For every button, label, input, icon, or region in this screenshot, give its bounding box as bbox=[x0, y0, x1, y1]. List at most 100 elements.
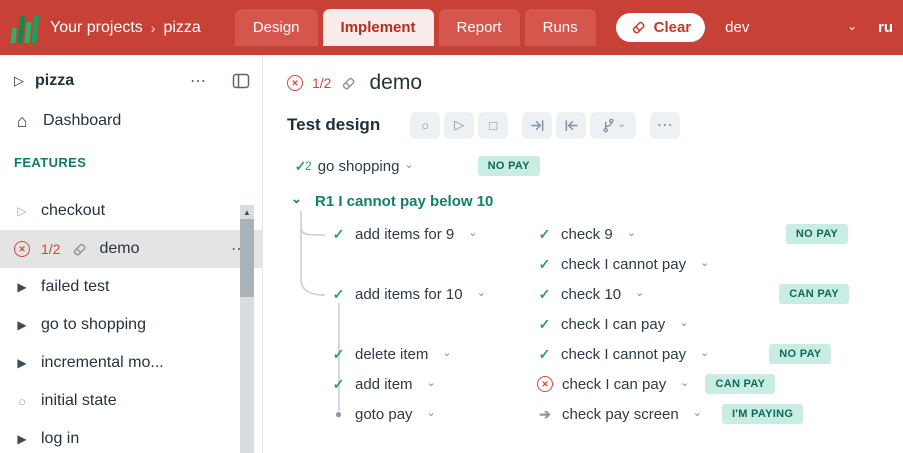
tab-runs[interactable]: Runs bbox=[525, 9, 596, 46]
caret-down-icon[interactable]: ⌄ bbox=[700, 256, 709, 269]
stop-button[interactable]: □ bbox=[478, 112, 508, 139]
check-icon: ✓ bbox=[537, 226, 552, 243]
action-step: ✓ add items for 10 ⌄ bbox=[331, 286, 537, 303]
page-title: demo bbox=[369, 71, 422, 95]
chevron-down-icon: ⌄ bbox=[847, 19, 857, 33]
caret-down-icon[interactable]: ⌄ bbox=[700, 346, 709, 359]
sidebar-item-initial-state[interactable]: ○ initial state bbox=[0, 382, 262, 420]
step-label[interactable]: check 10 bbox=[561, 286, 621, 303]
test-step-row: ✓ add items for 9 ⌄ ✓ check 9 ⌄ NO PAY bbox=[287, 219, 903, 249]
section-title: Test design bbox=[287, 115, 380, 135]
logo-bar bbox=[24, 22, 31, 43]
eraser-icon bbox=[340, 75, 357, 92]
caret-down-icon[interactable]: ⌄ bbox=[680, 376, 689, 389]
caret-down-icon[interactable]: ⌄ bbox=[404, 158, 413, 171]
play-filled-icon: ▶ bbox=[14, 280, 30, 294]
project-name[interactable]: pizza bbox=[35, 72, 74, 90]
caret-down-icon[interactable]: ⌄ bbox=[627, 226, 636, 239]
state-badge[interactable]: NO PAY bbox=[786, 224, 848, 244]
logo-bar bbox=[31, 16, 39, 43]
check-step: ➔ check pay screen ⌄ bbox=[537, 406, 702, 423]
main-content: ✕ 1/2 demo Test design ○ ▷ □ bbox=[263, 55, 903, 453]
caret-down-icon[interactable]: ⌄ bbox=[693, 406, 702, 419]
feature-label: checkout bbox=[41, 202, 105, 220]
state-badge[interactable]: CAN PAY bbox=[779, 284, 849, 304]
pass-ratio-badge: 1/2 bbox=[41, 241, 60, 257]
step-label[interactable]: goto pay bbox=[355, 406, 413, 423]
sidebar-item-failed-test[interactable]: ▶ failed test bbox=[0, 268, 262, 306]
scrollbar-thumb[interactable] bbox=[240, 219, 254, 297]
play-button[interactable]: ▷ bbox=[444, 112, 474, 139]
skip-end-icon bbox=[530, 118, 545, 133]
collapse-panel-icon[interactable] bbox=[232, 73, 250, 89]
caret-down-icon[interactable]: ⌄ bbox=[427, 376, 436, 389]
sidebar-item-log-in[interactable]: ▶ log in bbox=[0, 420, 262, 453]
test-step-row: ✓ add item ⌄ ✕ check I can pay ⌄ CAN PAY bbox=[287, 369, 903, 399]
eraser-icon bbox=[71, 241, 88, 258]
sidebar-scrollbar[interactable]: ▲ bbox=[240, 205, 254, 453]
test-design-toolbar: Test design ○ ▷ □ bbox=[287, 109, 903, 141]
sidebar-item-incremental[interactable]: ▶ incremental mo... bbox=[0, 344, 262, 382]
action-step: ● goto pay ⌄ bbox=[331, 406, 537, 423]
chevron-down-icon[interactable]: ⌄ bbox=[291, 191, 311, 207]
test-step-row: ✓ 2 go shopping ⌄ NO PAY bbox=[287, 149, 903, 183]
top-bar: Your projects › pizza Design Implement R… bbox=[0, 0, 903, 55]
state-badge[interactable]: CAN PAY bbox=[705, 374, 775, 394]
feature-list: ▷ checkout ✕ 1/2 demo ⋯ ▶ failed test bbox=[0, 192, 262, 453]
caret-down-icon[interactable]: ⌄ bbox=[468, 226, 477, 239]
more-button[interactable]: ⋯ bbox=[650, 112, 680, 139]
sidebar-item-go-to-shopping[interactable]: ▶ go to shopping bbox=[0, 306, 262, 344]
logo-bar bbox=[10, 28, 17, 43]
branch-button[interactable]: ⌄ bbox=[590, 112, 636, 139]
check-step: ✓ check 10 ⌄ bbox=[537, 286, 644, 303]
state-badge[interactable]: NO PAY bbox=[478, 156, 540, 176]
caret-down-icon[interactable]: ⌄ bbox=[635, 286, 644, 299]
clear-button[interactable]: Clear bbox=[616, 13, 706, 42]
run-label[interactable]: ru bbox=[878, 19, 893, 36]
step-label[interactable]: check pay screen bbox=[562, 406, 679, 423]
sidebar-item-demo[interactable]: ✕ 1/2 demo ⋯ bbox=[0, 230, 262, 268]
state-badge[interactable]: I'M PAYING bbox=[722, 404, 803, 424]
step-label[interactable]: check I cannot pay bbox=[561, 256, 686, 273]
sidebar-item-dashboard[interactable]: ⌂ Dashboard bbox=[0, 99, 262, 143]
current-step-dot-icon: ● bbox=[331, 407, 346, 421]
caret-down-icon[interactable]: ⌄ bbox=[679, 316, 688, 329]
step-label[interactable]: add items for 9 bbox=[355, 226, 454, 243]
caret-down-icon[interactable]: ⌄ bbox=[442, 346, 451, 359]
step-label[interactable]: delete item bbox=[355, 346, 428, 363]
step-back-button[interactable] bbox=[556, 112, 586, 139]
app-logo-icon[interactable] bbox=[10, 13, 39, 43]
step-forward-button[interactable] bbox=[522, 112, 552, 139]
state-badge[interactable]: NO PAY bbox=[769, 344, 831, 364]
test-step-row: ✓ check I can pay ⌄ bbox=[287, 309, 903, 339]
play-filled-icon: ▶ bbox=[14, 432, 30, 446]
step-label[interactable]: add items for 10 bbox=[355, 286, 463, 303]
tab-report[interactable]: Report bbox=[439, 9, 520, 46]
play-filled-icon: ▶ bbox=[14, 318, 30, 332]
main-tabs: Design Implement Report Runs bbox=[235, 9, 596, 46]
caret-down-icon[interactable]: ⌄ bbox=[477, 286, 486, 299]
check-icon: ✓ bbox=[537, 316, 552, 333]
env-selector[interactable]: dev ⌄ bbox=[725, 19, 857, 36]
step-label[interactable]: go shopping bbox=[318, 158, 400, 175]
arrow-right-icon: ➔ bbox=[537, 406, 553, 423]
project-menu-button[interactable]: ⋯ bbox=[190, 71, 207, 91]
step-control-group: ⌄ bbox=[522, 112, 636, 139]
skip-start-icon bbox=[564, 118, 579, 133]
caret-down-icon[interactable]: ⌄ bbox=[427, 406, 436, 419]
sidebar-item-checkout[interactable]: ▷ checkout bbox=[0, 192, 262, 230]
breadcrumb-current-project[interactable]: pizza bbox=[163, 19, 200, 37]
tab-implement[interactable]: Implement bbox=[323, 9, 434, 46]
step-label[interactable]: check I can pay bbox=[562, 376, 666, 393]
step-label[interactable]: add item bbox=[355, 376, 413, 393]
play-outline-icon[interactable]: ▷ bbox=[14, 73, 24, 89]
scroll-up-icon[interactable]: ▲ bbox=[243, 208, 251, 217]
rule-group-row: ⌄ R1 I cannot pay below 10 bbox=[287, 183, 903, 219]
step-label[interactable]: check 9 bbox=[561, 226, 613, 243]
rule-group-title[interactable]: R1 I cannot pay below 10 bbox=[315, 193, 493, 210]
step-label[interactable]: check I cannot pay bbox=[561, 346, 686, 363]
breadcrumb-projects-link[interactable]: Your projects bbox=[50, 19, 143, 37]
record-button[interactable]: ○ bbox=[410, 112, 440, 139]
step-label[interactable]: check I can pay bbox=[561, 316, 665, 333]
tab-design[interactable]: Design bbox=[235, 9, 318, 46]
